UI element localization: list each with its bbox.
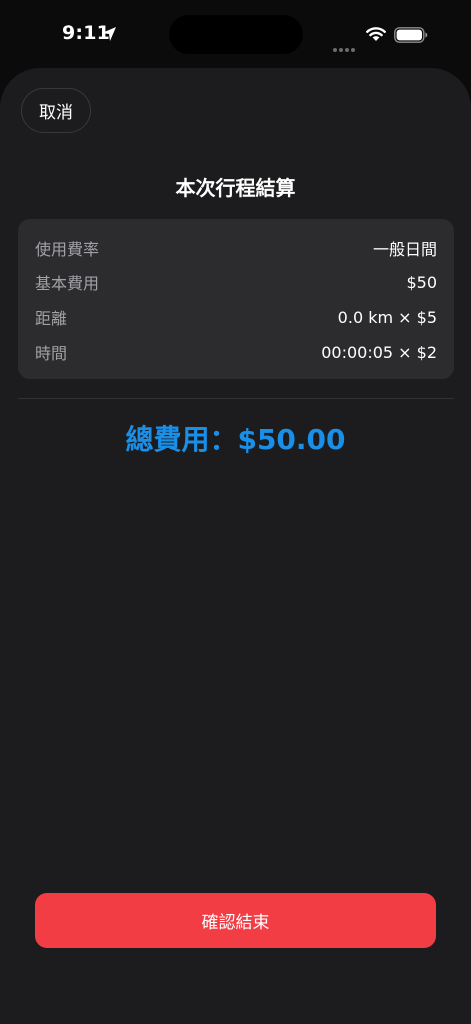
wifi-icon xyxy=(366,27,386,41)
battery-icon xyxy=(394,27,428,43)
confirm-end-button[interactable]: 確認結束 xyxy=(35,893,436,948)
fare-row-time: 時間 00:00:05 × $2 xyxy=(35,340,437,364)
row-label: 時間 xyxy=(35,344,68,363)
settlement-sheet: 取消 本次行程結算 使用費率 一般日間 基本費用 $50 距離 0.0 km ×… xyxy=(0,68,471,1024)
row-value: $50 xyxy=(406,272,437,292)
status-bar: 9:11 xyxy=(0,0,471,68)
row-label: 使用費率 xyxy=(35,240,100,259)
row-label: 基本費用 xyxy=(35,274,100,293)
dynamic-island xyxy=(169,15,303,54)
page-title: 本次行程結算 xyxy=(175,176,296,200)
fare-summary-card: 使用費率 一般日間 基本費用 $50 距離 0.0 km × $5 時間 00:… xyxy=(18,219,454,379)
row-label: 距離 xyxy=(35,309,68,328)
fare-row-distance: 距離 0.0 km × $5 xyxy=(35,305,437,329)
divider xyxy=(18,398,454,399)
row-value: 00:00:05 × $2 xyxy=(321,342,437,362)
location-arrow-icon xyxy=(102,27,116,41)
fare-row-base: 基本費用 $50 xyxy=(35,270,437,294)
fare-row-rate: 使用費率 一般日間 xyxy=(35,236,437,260)
row-value: 0.0 km × $5 xyxy=(337,307,437,327)
cellular-signal-icon xyxy=(333,37,357,52)
cancel-button[interactable]: 取消 xyxy=(21,88,91,133)
row-value: 一般日間 xyxy=(372,240,437,259)
screen: 9:11 取消 本次行程結算 使用費率 一般日間 基本費用 $50 距離 0.0… xyxy=(0,0,471,1024)
total-fare: 總費用：$50.00 xyxy=(125,423,346,456)
